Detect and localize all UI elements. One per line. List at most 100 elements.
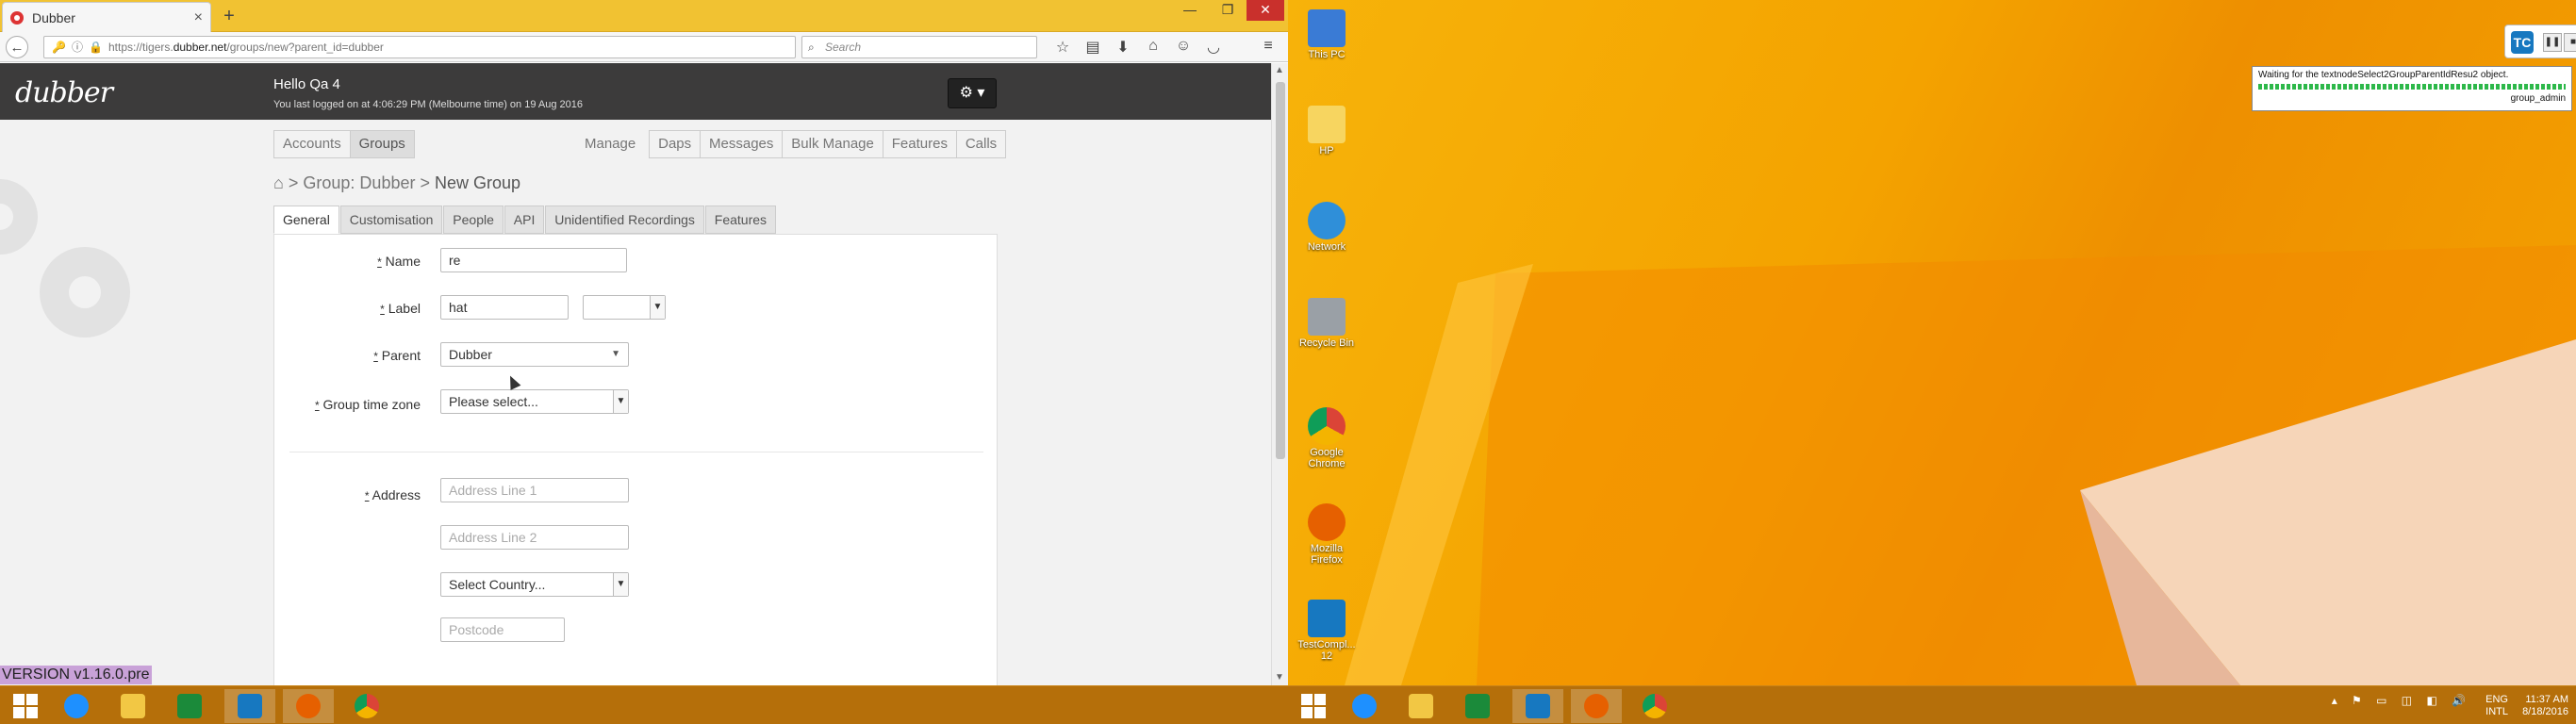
desktop-icon-this-pc[interactable]: This PC bbox=[1294, 9, 1360, 60]
chevron-down-icon: ▼ bbox=[650, 296, 665, 319]
close-tab-icon[interactable]: × bbox=[194, 9, 203, 26]
address-line-1-input[interactable]: Address Line 1 bbox=[440, 478, 629, 502]
settings-dropdown-button[interactable]: ⚙ ▾ bbox=[948, 78, 997, 108]
start-button[interactable] bbox=[1288, 689, 1339, 723]
name-label: * Name bbox=[377, 254, 421, 269]
manage-label: Manage bbox=[585, 136, 636, 152]
taskbar-firefox[interactable] bbox=[283, 689, 334, 723]
browser-nav-bar: ← 🔑ⓘ🔒 https://tigers.dubber.net/groups/n… bbox=[0, 32, 1288, 62]
browser-tab-dubber[interactable]: Dubber × bbox=[2, 2, 211, 32]
caret-down-icon: ▼ bbox=[611, 349, 620, 359]
language-indicator[interactable]: ENG INTL bbox=[2485, 694, 2508, 718]
desktop-icon-testcomplete[interactable]: TestCompl... 12 bbox=[1294, 600, 1360, 662]
tab-features[interactable]: Features bbox=[704, 206, 777, 234]
bookmarks-list-icon[interactable]: ▤ bbox=[1082, 38, 1103, 57]
desktop-icon-firefox[interactable]: Mozilla Firefox bbox=[1294, 503, 1360, 566]
clock[interactable]: 11:37 AM 8/18/2016 bbox=[2522, 694, 2568, 718]
nav-groups[interactable]: Groups bbox=[349, 130, 415, 158]
manage-nav: Manage Daps Messages Bulk Manage Feature… bbox=[585, 130, 1007, 158]
nav-calls[interactable]: Calls bbox=[955, 130, 1007, 158]
nav-accounts[interactable]: Accounts bbox=[273, 130, 351, 158]
site-identity-icon[interactable]: 🔑ⓘ🔒 bbox=[52, 37, 108, 58]
taskbar-chrome[interactable] bbox=[1629, 689, 1680, 723]
scroll-thumb[interactable] bbox=[1276, 82, 1285, 459]
timezone-select[interactable]: Please select... ▼ bbox=[440, 389, 629, 414]
tab-people[interactable]: People bbox=[443, 206, 504, 234]
general-form: * Name re * Label hat ▼ * Parent Dubber ▼… bbox=[273, 234, 998, 686]
clock-time: 11:37 AM bbox=[2525, 694, 2568, 705]
back-button[interactable]: ← bbox=[6, 36, 28, 58]
pause-button[interactable]: ❚❚ bbox=[2543, 33, 2562, 52]
desktop-icon-network[interactable]: Network bbox=[1294, 202, 1360, 253]
parent-select[interactable]: Dubber ▼ bbox=[440, 342, 629, 367]
last-logon-text: You last logged on at 4:06:29 PM (Melbou… bbox=[273, 99, 583, 110]
desktop-icon-google-chrome[interactable]: Google Chrome bbox=[1294, 407, 1360, 469]
dubber-logo[interactable]: dubber bbox=[15, 76, 113, 109]
windows-logo-icon bbox=[1301, 694, 1326, 718]
search-input[interactable]: ⌕ Search bbox=[801, 36, 1037, 58]
taskbar-firefox[interactable] bbox=[1571, 689, 1622, 723]
postcode-input[interactable]: Postcode bbox=[440, 617, 565, 642]
testcomplete-icon bbox=[238, 694, 262, 718]
taskbar-testcomplete[interactable] bbox=[224, 689, 275, 723]
clock-date: 8/18/2016 bbox=[2522, 706, 2568, 717]
minimize-button[interactable]: — bbox=[1175, 0, 1205, 21]
scroll-down-icon[interactable]: ▼ bbox=[1275, 672, 1284, 683]
parent-label: * Parent bbox=[373, 348, 421, 363]
taskbar-internet-explorer[interactable] bbox=[1339, 689, 1390, 723]
primary-nav: Accounts Groups bbox=[273, 130, 415, 158]
home-icon[interactable]: ⌂ bbox=[1143, 38, 1164, 55]
taskbar-file-explorer[interactable] bbox=[107, 689, 158, 723]
tray-icons[interactable]: ▴ ⚑ ▭ ◫ ◧ 🔊 bbox=[2332, 694, 2471, 707]
taskbar-store[interactable] bbox=[1452, 689, 1503, 723]
tab-customisation[interactable]: Customisation bbox=[339, 206, 443, 234]
nav-bulk-manage[interactable]: Bulk Manage bbox=[782, 130, 883, 158]
page-scrollbar[interactable]: ▲ ▼ bbox=[1271, 63, 1288, 685]
testcomplete-user: group_admin bbox=[2510, 93, 2566, 104]
breadcrumb-parent[interactable]: > Group: Dubber > bbox=[289, 173, 430, 192]
nav-messages[interactable]: Messages bbox=[700, 130, 784, 158]
desktop-icon-hp[interactable]: HP bbox=[1294, 106, 1360, 156]
url-bar[interactable]: 🔑ⓘ🔒 https://tigers.dubber.net/groups/new… bbox=[43, 36, 827, 58]
taskbar-file-explorer[interactable] bbox=[1395, 689, 1446, 723]
label-select[interactable]: ▼ bbox=[583, 295, 666, 320]
right-monitor-desktop: This PC HP Network Recycle Bin Google Ch… bbox=[1288, 0, 2576, 724]
tab-unidentified-recordings[interactable]: Unidentified Recordings bbox=[545, 206, 704, 234]
close-window-button[interactable]: ✕ bbox=[1247, 0, 1284, 21]
hamburger-menu-icon[interactable]: ≡ bbox=[1258, 38, 1279, 55]
tab-api[interactable]: API bbox=[504, 206, 545, 234]
bookmark-star-icon[interactable]: ☆ bbox=[1052, 38, 1073, 57]
gears-decoration-icon bbox=[0, 179, 130, 337]
testcomplete-progress-bar bbox=[2258, 84, 2566, 90]
scroll-up-icon[interactable]: ▲ bbox=[1275, 65, 1284, 75]
internet-explorer-icon bbox=[1352, 694, 1377, 718]
testcomplete-icon bbox=[1308, 600, 1346, 637]
chat-icon[interactable]: ☺ bbox=[1173, 38, 1194, 55]
tab-general[interactable]: General bbox=[273, 206, 339, 234]
taskbar-internet-explorer[interactable] bbox=[51, 689, 102, 723]
testcomplete-icon bbox=[1526, 694, 1550, 718]
country-select[interactable]: Select Country... ▼ bbox=[440, 572, 629, 597]
downloads-icon[interactable]: ⬇ bbox=[1113, 38, 1133, 57]
system-tray: ▴ ⚑ ▭ ◫ ◧ 🔊 ENG INTL 11:37 AM 8/18/2016 bbox=[2332, 694, 2568, 718]
pocket-icon[interactable]: ◡ bbox=[1203, 38, 1224, 57]
taskbar-chrome[interactable] bbox=[341, 689, 392, 723]
left-monitor: Dubber × + — ❐ ✕ ← 🔑ⓘ🔒 https://tigers.du… bbox=[0, 0, 1288, 724]
start-button[interactable] bbox=[0, 689, 51, 723]
label-label: * Label bbox=[380, 301, 421, 316]
folder-icon bbox=[121, 694, 145, 718]
breadcrumb: ⌂ > Group: Dubber > New Group bbox=[273, 173, 520, 193]
taskbar-store[interactable] bbox=[164, 689, 215, 723]
restore-button[interactable]: ❐ bbox=[1213, 0, 1243, 21]
home-icon[interactable]: ⌂ bbox=[273, 173, 284, 192]
label-field[interactable]: hat bbox=[440, 295, 569, 320]
nav-features[interactable]: Features bbox=[882, 130, 957, 158]
taskbar-testcomplete[interactable] bbox=[1512, 689, 1563, 723]
address-line-2-input[interactable]: Address Line 2 bbox=[440, 525, 629, 550]
store-icon bbox=[177, 694, 202, 718]
new-tab-button[interactable]: + bbox=[219, 6, 239, 27]
nav-daps[interactable]: Daps bbox=[649, 130, 702, 158]
desktop-icon-recycle-bin[interactable]: Recycle Bin bbox=[1294, 298, 1360, 349]
name-field[interactable]: re bbox=[440, 248, 627, 272]
stop-button[interactable]: ■ bbox=[2564, 33, 2576, 52]
